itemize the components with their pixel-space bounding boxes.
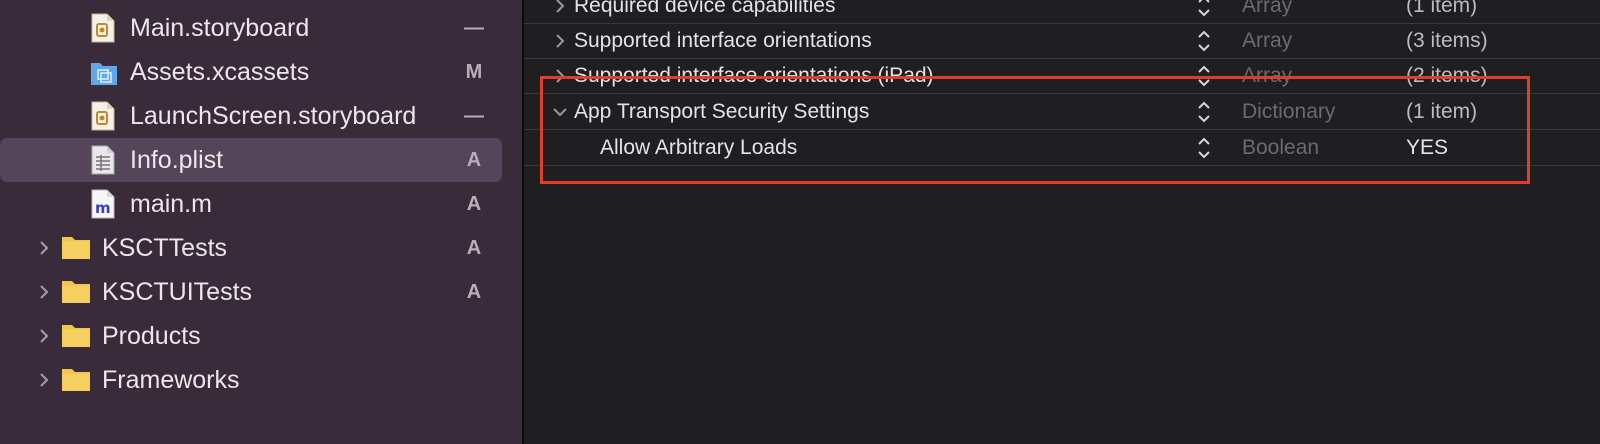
group-row-products[interactable]: Products xyxy=(0,314,502,358)
folder-icon xyxy=(61,233,90,263)
file-name: Assets.xcassets xyxy=(130,58,310,86)
group-name: Frameworks xyxy=(102,366,240,394)
group-row-frameworks[interactable]: Frameworks xyxy=(0,358,502,402)
plist-value: (3 items) xyxy=(1406,29,1488,52)
scm-status-badge: M xyxy=(465,61,483,83)
annotation-highlight-box xyxy=(540,76,1530,184)
disclosure-chevron-right-icon[interactable] xyxy=(552,23,568,58)
plist-type[interactable]: Array xyxy=(1242,0,1292,23)
file-row-assets[interactable]: Assets.xcassets M xyxy=(0,50,502,94)
disclosure-chevron-right-icon[interactable] xyxy=(36,314,52,358)
disclosure-chevron-right-icon[interactable] xyxy=(36,226,52,270)
group-row-ksct-ui-tests[interactable]: KSCTUITests A xyxy=(0,270,502,314)
group-row-ksct-tests[interactable]: KSCTTests A xyxy=(0,226,502,270)
assets-folder-icon xyxy=(90,57,117,87)
plist-editor: Required device capabilities Array (1 it… xyxy=(524,0,1600,444)
scm-status-badge: — xyxy=(464,105,484,127)
file-name: Main.storyboard xyxy=(130,14,310,42)
group-name: Products xyxy=(102,322,201,350)
folder-icon xyxy=(61,277,90,307)
folder-icon xyxy=(61,365,90,395)
updown-stepper-icon[interactable] xyxy=(1196,0,1212,20)
disclosure-chevron-right-icon[interactable] xyxy=(552,0,568,23)
group-name: KSCTTests xyxy=(102,234,228,262)
scm-status-badge: — xyxy=(464,17,484,39)
file-row-info-plist[interactable]: Info.plist A xyxy=(0,138,502,182)
plist-value: (1 item) xyxy=(1406,0,1478,17)
scm-status-badge: A xyxy=(466,149,482,171)
disclosure-chevron-right-icon[interactable] xyxy=(36,270,52,314)
folder-icon xyxy=(61,321,90,351)
plist-type[interactable]: Array xyxy=(1242,23,1292,58)
file-row-main-m[interactable]: m main.m A xyxy=(0,182,502,226)
file-name: Info.plist xyxy=(130,146,224,174)
plist-key: Required device capabilities xyxy=(574,0,836,17)
plist-key: Supported interface orientations xyxy=(574,29,872,52)
scm-status-badge: A xyxy=(466,281,482,303)
storyboard-icon xyxy=(90,101,116,131)
project-navigator: Main.storyboard — Assets.xcassets M Laun… xyxy=(0,0,522,444)
file-row-main-storyboard[interactable]: Main.storyboard — xyxy=(0,6,502,50)
scm-status-badge: A xyxy=(466,193,482,215)
plist-row[interactable]: Required device capabilities Array (1 it… xyxy=(524,0,1600,24)
objc-file-icon: m xyxy=(90,189,116,219)
storyboard-icon xyxy=(90,13,116,43)
scm-status-badge: A xyxy=(466,237,482,259)
svg-text:m: m xyxy=(95,199,111,217)
file-name: LaunchScreen.storyboard xyxy=(130,102,417,130)
plist-file-icon xyxy=(90,145,116,175)
file-name: main.m xyxy=(130,190,212,218)
disclosure-chevron-right-icon[interactable] xyxy=(36,358,52,402)
plist-row[interactable]: Supported interface orientations Array (… xyxy=(524,23,1600,59)
group-name: KSCTUITests xyxy=(102,278,253,306)
file-row-launchscreen-storyboard[interactable]: LaunchScreen.storyboard — xyxy=(0,94,502,138)
updown-stepper-icon[interactable] xyxy=(1196,27,1212,55)
